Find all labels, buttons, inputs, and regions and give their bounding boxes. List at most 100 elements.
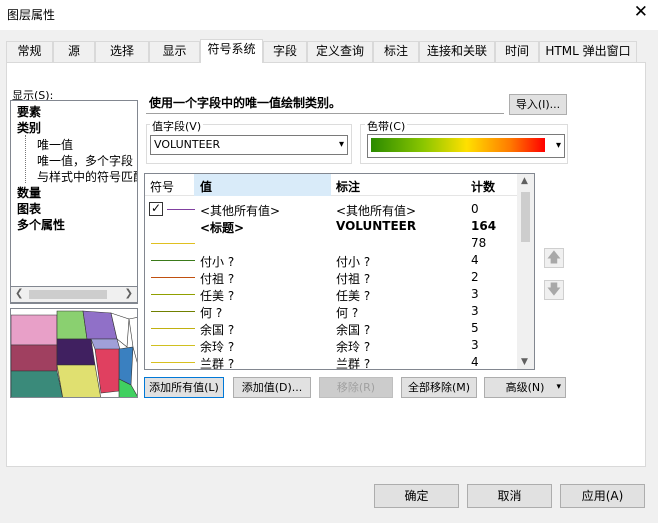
row-count: 3 bbox=[471, 304, 479, 318]
import-button[interactable]: 导入(I)... bbox=[509, 94, 567, 115]
grid-vscrollbar[interactable]: ▲ ▼ bbox=[517, 174, 534, 369]
table-row[interactable]: 何 ? 何 ? 3 bbox=[145, 303, 518, 320]
color-ramp-select[interactable]: ▾ bbox=[367, 134, 565, 158]
remove-button[interactable]: 移除(R) bbox=[319, 377, 393, 398]
scroll-up-icon[interactable]: ▲ bbox=[521, 176, 528, 186]
tab-html-popup[interactable]: HTML 弹出窗口 bbox=[539, 41, 637, 62]
row-symbol-line[interactable] bbox=[151, 277, 195, 278]
row-value: 兰群 ? bbox=[200, 357, 235, 370]
table-row[interactable]: ✓ <其他所有值> <其他所有值> 0 bbox=[145, 201, 518, 218]
row-symbol-line[interactable] bbox=[151, 328, 195, 329]
tab-joins-relates[interactable]: 连接和关联 bbox=[419, 41, 495, 62]
move-up-arrow-icon[interactable]: 🡅 bbox=[544, 248, 564, 268]
row-symbol-line[interactable] bbox=[151, 345, 195, 346]
col-header-symbol[interactable]: 符号 bbox=[150, 178, 174, 195]
tab-selection[interactable]: 选择 bbox=[95, 41, 149, 62]
row-symbol-line[interactable] bbox=[151, 311, 195, 312]
col-header-label[interactable]: 标注 bbox=[336, 178, 360, 195]
col-header-count[interactable]: 计数 bbox=[471, 178, 495, 195]
table-row[interactable]: 付祖 ? 付祖 ? 2 bbox=[145, 269, 518, 286]
table-row[interactable]: 余国 ? 余国 ? 5 bbox=[145, 320, 518, 337]
row-label: 付祖 ? bbox=[336, 272, 371, 286]
apply-button[interactable]: 应用(A) bbox=[560, 484, 645, 508]
tab-time[interactable]: 时间 bbox=[495, 41, 539, 62]
ok-button[interactable]: 确定 bbox=[374, 484, 459, 508]
color-ramp-swatch bbox=[371, 138, 545, 152]
tree-item-multiple-attributes[interactable]: 多个属性 bbox=[17, 216, 65, 233]
show-tree-hscrollbar[interactable]: ❮ ❯ bbox=[10, 286, 138, 303]
scroll-left-icon[interactable]: ❮ bbox=[15, 288, 23, 299]
row-visibility-checkbox[interactable]: ✓ bbox=[149, 202, 163, 216]
row-value: 余玲 ? bbox=[200, 340, 235, 354]
col-header-value[interactable]: 值 bbox=[200, 178, 212, 195]
remove-all-button[interactable]: 全部移除(M) bbox=[401, 377, 477, 398]
tree-item-features[interactable]: 要素 bbox=[17, 103, 41, 120]
row-symbol-line[interactable] bbox=[151, 362, 195, 363]
tab-source[interactable]: 源 bbox=[53, 41, 95, 62]
unique-values-grid[interactable]: 符号 值 标注 计数 ✓ <其他所有值> <其他所有值> 0 <标题> VOLUNTEER… bbox=[144, 173, 535, 370]
table-row[interactable]: 兰群 ? 兰群 ? 4 bbox=[145, 354, 518, 370]
scroll-right-icon[interactable]: ❯ bbox=[125, 288, 133, 299]
show-tree: 要素 类别 唯一值 唯一值，多个字段 与样式中的符号匹配 数量 图表 多个属性 bbox=[10, 100, 138, 304]
tab-symbology[interactable]: 符号系统 bbox=[200, 39, 263, 63]
row-label: <其他所有值> bbox=[336, 204, 417, 218]
row-value: <其他所有值> bbox=[200, 204, 281, 218]
row-label: 任美 ? bbox=[336, 289, 371, 303]
chevron-down-icon[interactable]: ▾ bbox=[556, 137, 561, 155]
tree-item-charts[interactable]: 图表 bbox=[17, 200, 41, 217]
row-label: VOLUNTEER bbox=[336, 219, 417, 233]
close-icon[interactable]: ✕ bbox=[634, 2, 648, 22]
value-field-label: 值字段(V) bbox=[150, 118, 204, 134]
scroll-thumb[interactable] bbox=[29, 290, 107, 299]
chevron-down-icon[interactable]: ▾ bbox=[339, 136, 344, 154]
row-count: 4 bbox=[471, 355, 479, 369]
row-count: 3 bbox=[471, 287, 479, 301]
value-field-select[interactable]: VOLUNTEER ▾ bbox=[150, 135, 348, 155]
tree-item-quantities[interactable]: 数量 bbox=[17, 184, 41, 201]
row-count: 3 bbox=[471, 338, 479, 352]
table-row[interactable]: 78 bbox=[145, 235, 518, 252]
row-count: 2 bbox=[471, 270, 479, 284]
scroll-thumb[interactable] bbox=[521, 192, 530, 242]
tree-item-categories[interactable]: 类别 bbox=[17, 119, 41, 136]
tree-item-unique-values-many-fields[interactable]: 唯一值，多个字段 bbox=[37, 152, 133, 169]
map-preview-svg bbox=[11, 309, 137, 397]
add-all-values-button[interactable]: 添加所有值(L) bbox=[144, 377, 224, 398]
window-title: 图层属性 bbox=[7, 8, 56, 22]
value-field-value: VOLUNTEER bbox=[154, 138, 221, 151]
renderer-description: 使用一个字段中的唯一值绘制类别。 bbox=[146, 94, 504, 114]
row-value: 付祖 ? bbox=[200, 272, 235, 286]
tab-definition-query[interactable]: 定义查询 bbox=[307, 41, 373, 62]
row-symbol-line[interactable] bbox=[151, 243, 195, 244]
tab-display[interactable]: 显示 bbox=[149, 41, 200, 62]
row-symbol-line[interactable] bbox=[151, 260, 195, 261]
tab-labels[interactable]: 标注 bbox=[373, 41, 419, 62]
tab-general[interactable]: 常规 bbox=[6, 41, 53, 62]
move-down-arrow-icon[interactable]: 🡇 bbox=[544, 280, 564, 300]
title-bar: 图层属性 ✕ bbox=[0, 0, 658, 30]
layer-properties-dialog: 图层属性 ✕ 常规 源 选择 显示 符号系统 字段 定义查询 标注 连接和关联 … bbox=[0, 0, 658, 523]
row-symbol-line[interactable] bbox=[167, 209, 195, 210]
tree-item-unique-values[interactable]: 唯一值 bbox=[37, 136, 73, 153]
color-ramp-label: 色带(C) bbox=[365, 118, 408, 134]
row-value: 何 ? bbox=[200, 306, 223, 320]
add-values-button[interactable]: 添加值(D)... bbox=[233, 377, 311, 398]
value-column-header-highlight bbox=[194, 174, 331, 196]
row-label: 兰群 ? bbox=[336, 357, 371, 370]
table-row[interactable]: 付小 ? 付小 ? 4 bbox=[145, 252, 518, 269]
tab-fields[interactable]: 字段 bbox=[263, 41, 307, 62]
scroll-down-icon[interactable]: ▼ bbox=[521, 357, 528, 367]
row-label: 余国 ? bbox=[336, 323, 371, 337]
advanced-button-label: 高级(N) bbox=[505, 381, 545, 394]
table-row[interactable]: 任美 ? 任美 ? 3 bbox=[145, 286, 518, 303]
cancel-button[interactable]: 取消 bbox=[467, 484, 552, 508]
row-count: 164 bbox=[471, 219, 497, 233]
row-label: 付小 ? bbox=[336, 255, 371, 269]
dropdown-arrow-icon: ▾ bbox=[556, 382, 561, 392]
tree-item-match-style[interactable]: 与样式中的符号匹配 bbox=[37, 168, 137, 185]
row-symbol-line[interactable] bbox=[151, 294, 195, 295]
advanced-button[interactable]: 高级(N) ▾ bbox=[484, 377, 566, 398]
table-row[interactable]: 余玲 ? 余玲 ? 3 bbox=[145, 337, 518, 354]
table-row[interactable]: <标题> VOLUNTEER 164 bbox=[145, 218, 518, 235]
row-count: 5 bbox=[471, 321, 479, 335]
